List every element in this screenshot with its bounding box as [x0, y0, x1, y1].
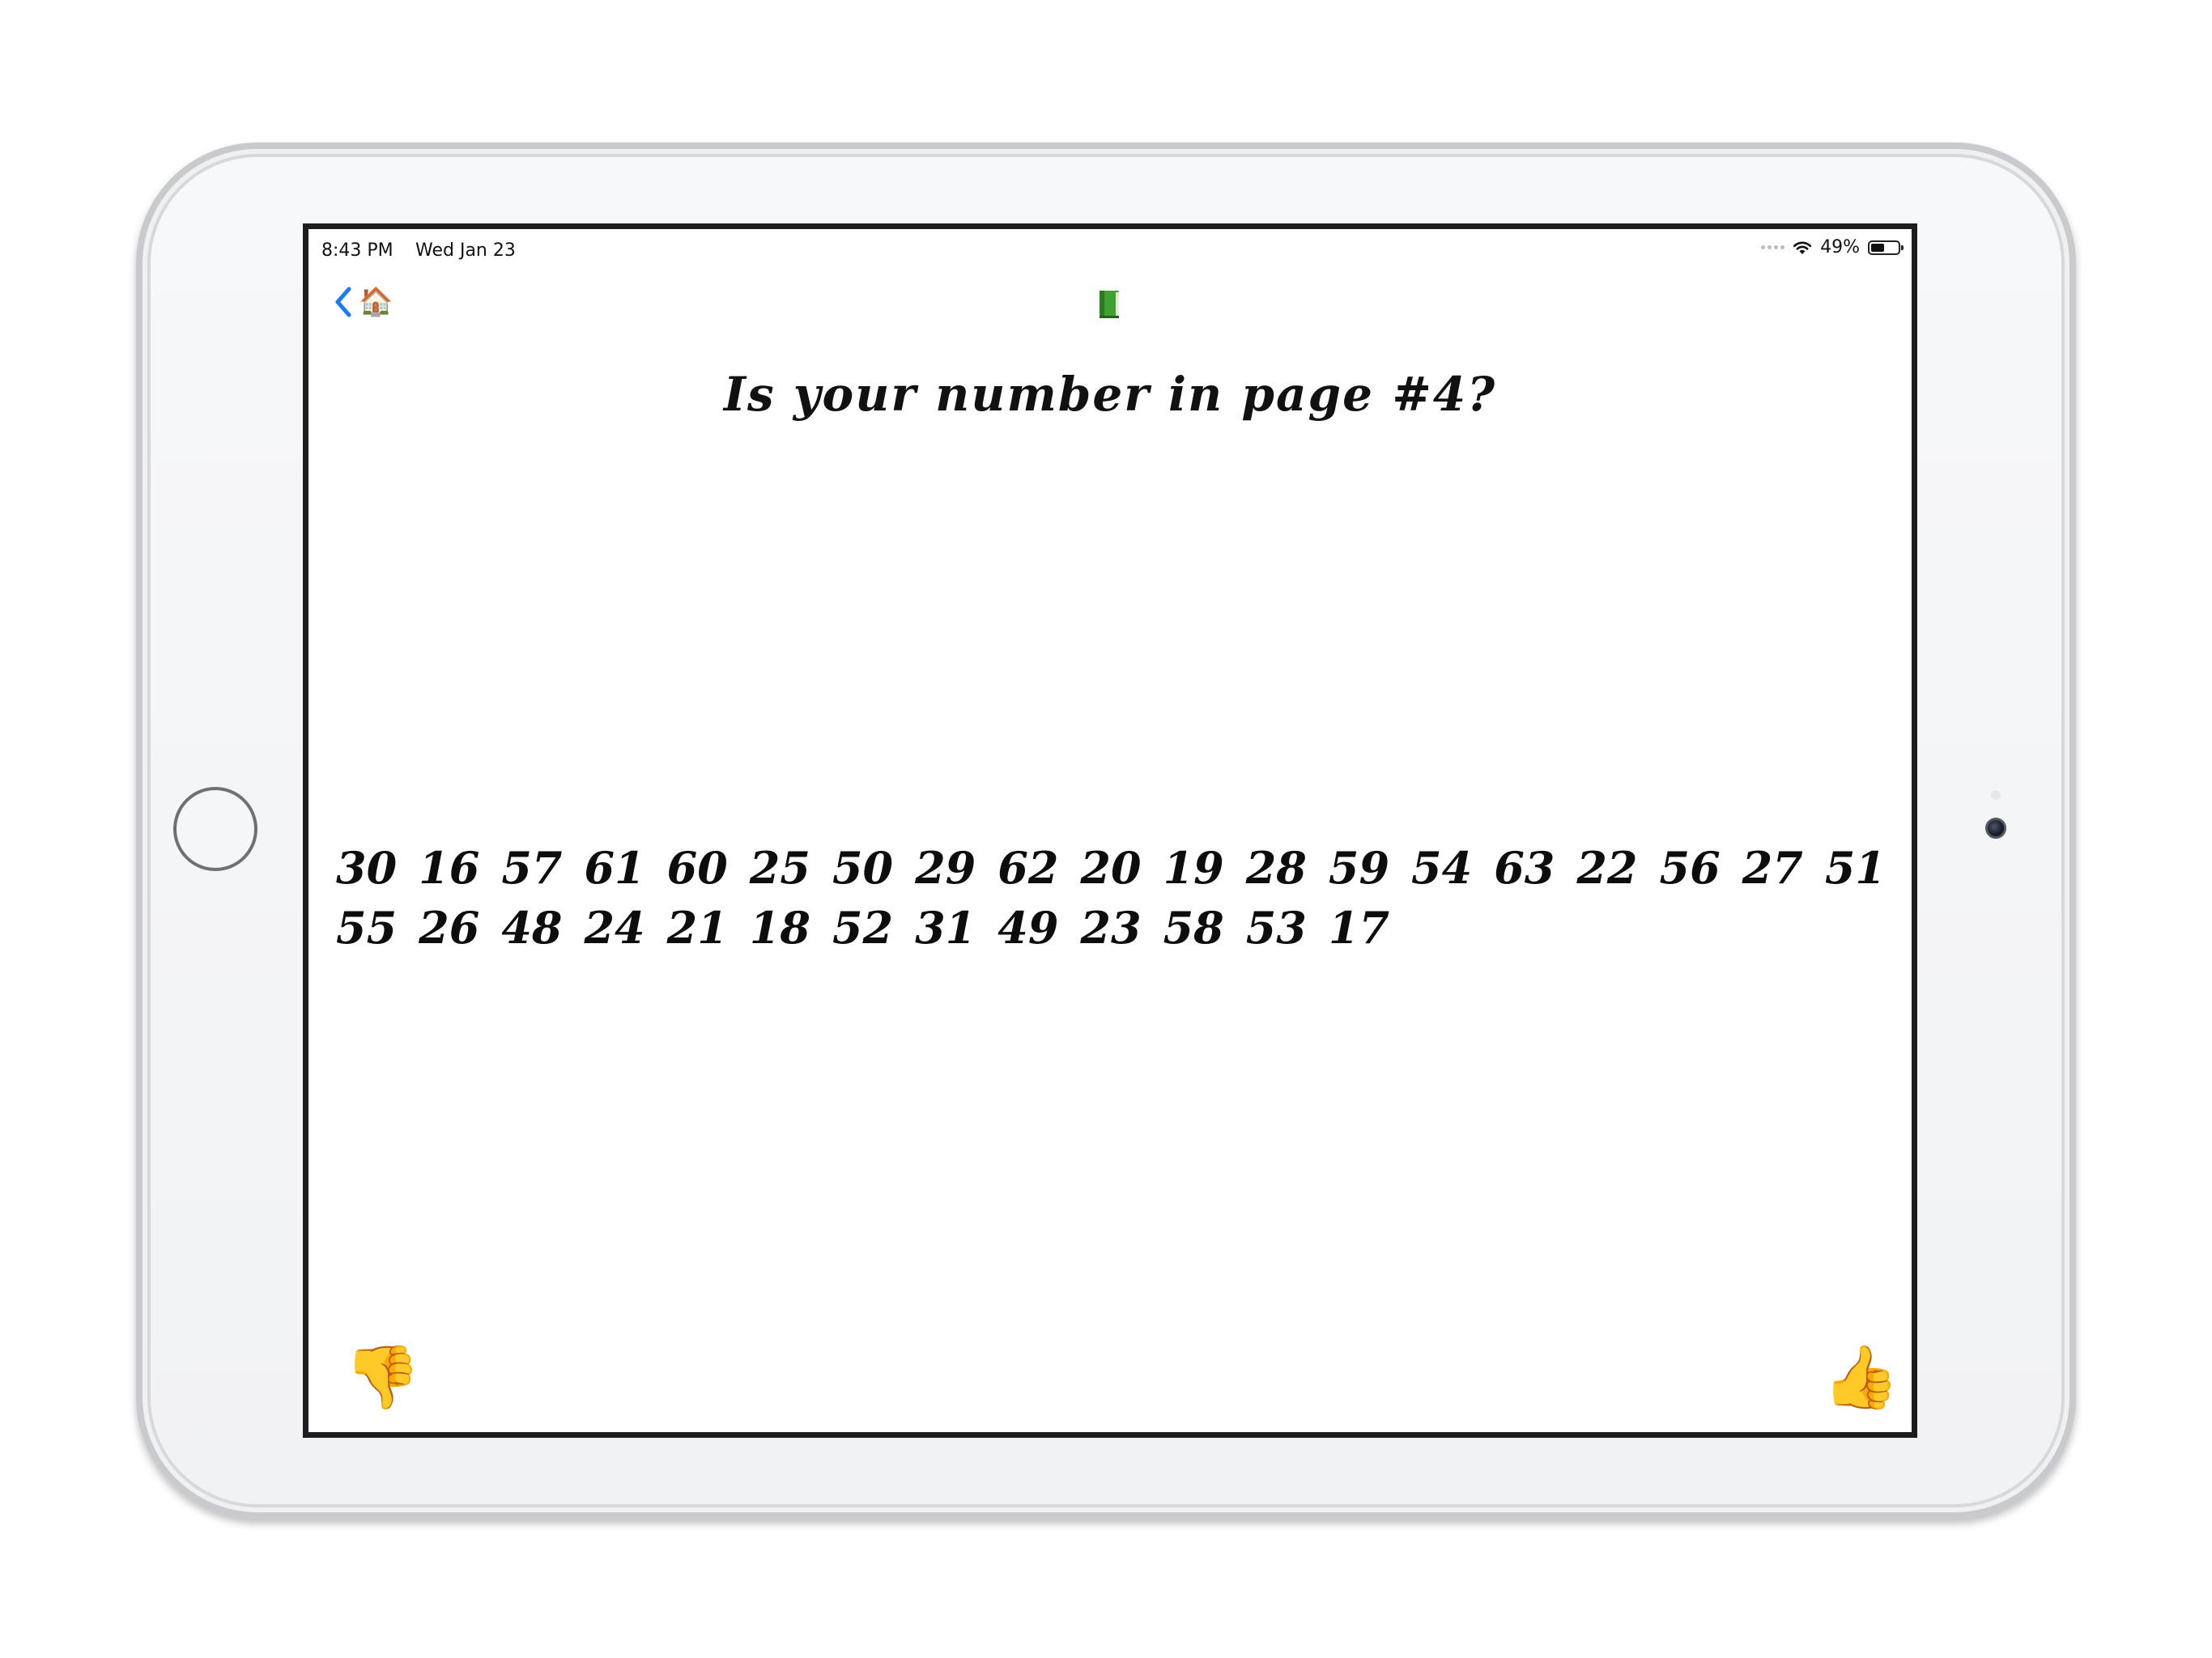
number-item: 53 [1245, 902, 1307, 954]
number-item: 48 [501, 902, 563, 954]
battery-icon [1868, 240, 1904, 255]
chevron-left-icon [335, 287, 351, 317]
status-time: 8:43 PM [321, 240, 393, 261]
number-item: 55 [336, 902, 398, 954]
number-item: 22 [1576, 842, 1638, 894]
number-item: 51 [1824, 842, 1886, 894]
number-item: 57 [501, 842, 563, 894]
battery-level [1871, 243, 1884, 252]
number-item: 20 [1080, 842, 1142, 894]
screen: 8:43 PM Wed Jan 23 49% 🏠 Is your number … [303, 223, 1917, 1438]
number-item: 16 [419, 842, 480, 894]
green-book-icon[interactable] [1096, 289, 1122, 320]
number-item: 56 [1659, 842, 1721, 894]
back-home-button[interactable]: 🏠 [330, 283, 393, 321]
front-camera [1985, 818, 2006, 839]
house-icon: 🏠 [359, 286, 393, 318]
number-item: 25 [749, 842, 810, 894]
number-item: 28 [1245, 842, 1307, 894]
number-item: 49 [998, 902, 1059, 954]
number-item: 24 [584, 902, 645, 954]
home-button[interactable] [173, 787, 257, 871]
number-item: 62 [998, 842, 1059, 894]
status-indicators: 49% [1761, 237, 1904, 257]
number-item: 17 [1328, 902, 1390, 954]
number-item: 29 [915, 842, 976, 894]
number-item: 60 [666, 842, 728, 894]
status-bar: 8:43 PM Wed Jan 23 49% [308, 229, 1912, 261]
number-item: 19 [1163, 842, 1224, 894]
number-item: 54 [1411, 842, 1473, 894]
front-sensor [1991, 790, 2001, 800]
number-item: 58 [1163, 902, 1224, 954]
battery-percent: 49% [1820, 237, 1860, 257]
cellular-signal-icon [1761, 245, 1785, 249]
number-item: 30 [336, 842, 398, 894]
number-item: 59 [1328, 842, 1390, 894]
number-item: 50 [832, 842, 894, 894]
number-item: 26 [419, 902, 480, 954]
number-item: 18 [749, 902, 810, 954]
wifi-icon [1793, 241, 1812, 254]
number-item: 23 [1080, 902, 1142, 954]
number-item: 52 [832, 902, 894, 954]
number-item: 63 [1494, 842, 1555, 894]
number-list: 30 16 57 61 60 25 50 29 62 20 19 28 59 54 63 22 56 27 51 55… [336, 838, 1899, 958]
number-item: 31 [915, 902, 976, 954]
page-question-title: Is your number in page #4? [723, 367, 1497, 422]
thumbs-up-button[interactable]: 👍 [1823, 1346, 1899, 1408]
thumbs-down-button[interactable]: 👎 [344, 1346, 421, 1408]
number-item: 61 [584, 842, 645, 894]
status-date: Wed Jan 23 [415, 240, 516, 261]
number-item: 21 [666, 902, 728, 954]
number-item: 27 [1742, 842, 1803, 894]
